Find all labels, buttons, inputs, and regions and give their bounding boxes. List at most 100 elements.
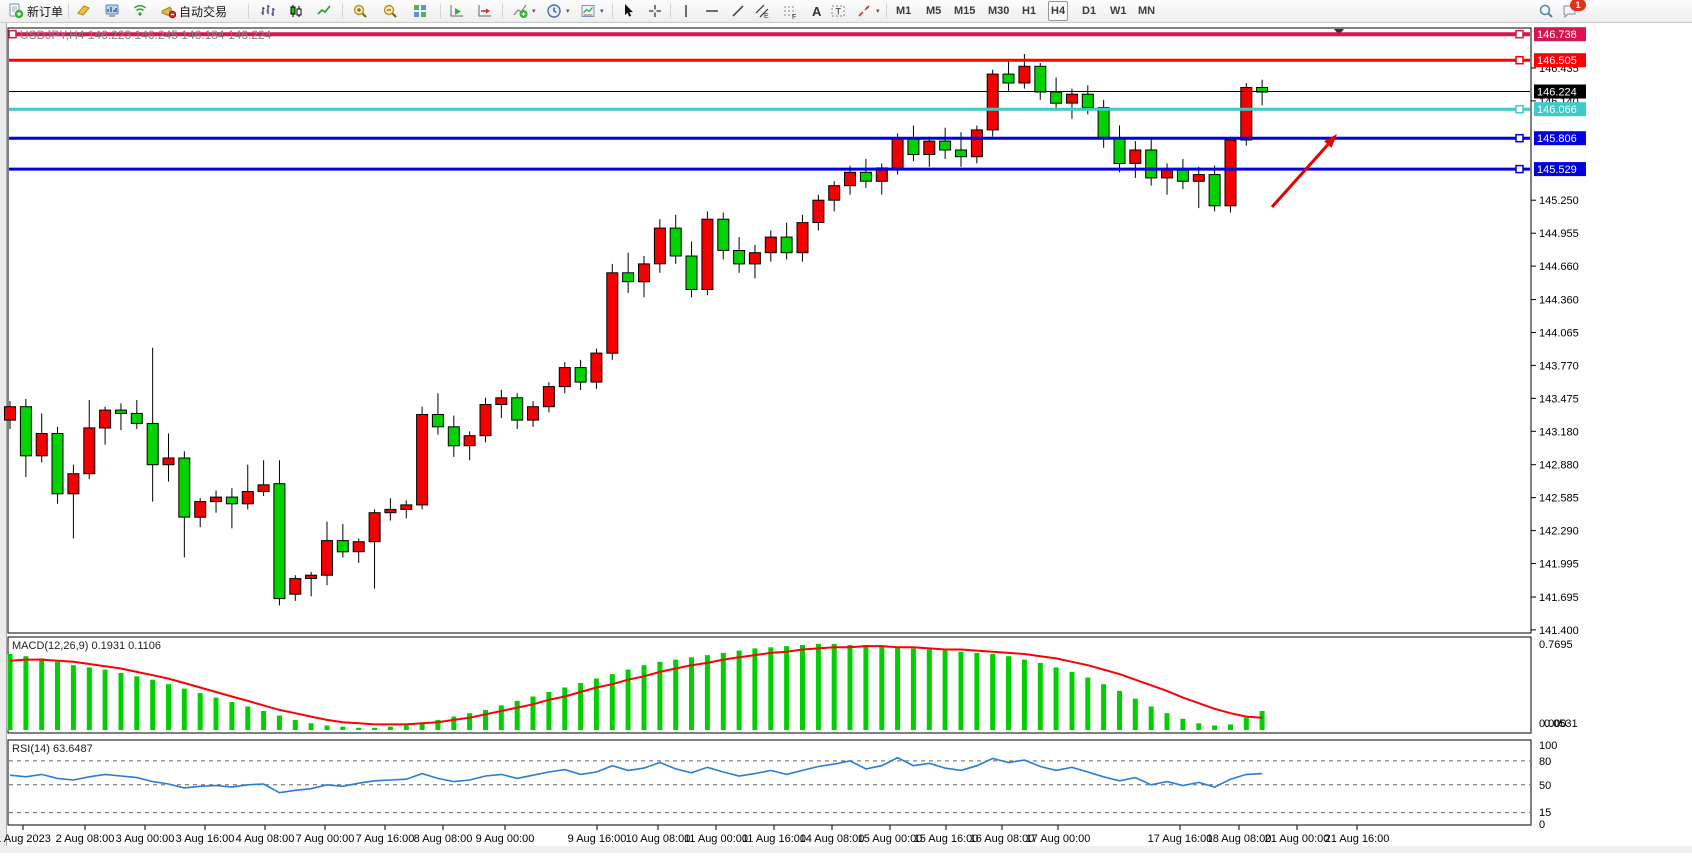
- price-tick-label: 144.955: [1539, 228, 1579, 240]
- candle-body: [226, 497, 237, 504]
- price-tick-label: 141.995: [1539, 559, 1579, 571]
- text-label-button[interactable]: T: [828, 1, 848, 21]
- candle-body: [860, 172, 871, 181]
- macd-bar: [911, 648, 916, 730]
- tf-m30[interactable]: M30: [986, 1, 1011, 21]
- autoscroll-button[interactable]: [447, 1, 467, 21]
- macd-bar: [705, 655, 710, 730]
- macd-bar: [1070, 672, 1075, 730]
- hline-handle[interactable]: [1516, 166, 1523, 173]
- candle-body: [686, 256, 697, 290]
- templates-button[interactable]: ▾: [578, 1, 608, 21]
- candle-body: [1225, 140, 1236, 206]
- zoom-out-icon: [382, 3, 398, 19]
- candle-body: [179, 458, 190, 517]
- cursor-button[interactable]: [618, 1, 638, 21]
- chart-line-icon: [316, 3, 332, 19]
- candle-body: [68, 474, 79, 494]
- time-tick-label: 17 Aug 00:00: [1026, 833, 1091, 845]
- new-order-icon: [8, 3, 24, 19]
- macd-bar: [1117, 691, 1122, 730]
- new-order-button[interactable]: 新订单: [6, 1, 68, 21]
- indicators-button[interactable]: ▾: [510, 1, 540, 21]
- candle-body: [147, 423, 158, 464]
- candle-body: [36, 434, 47, 456]
- macd-bar: [848, 645, 853, 730]
- macd-bar: [166, 684, 171, 730]
- hline-handle[interactable]: [9, 31, 16, 38]
- hline-handle[interactable]: [1516, 135, 1523, 142]
- candle-body: [892, 139, 903, 168]
- toolbar: 新订单 自动交易 ▾ ▾ ▾ EFAT ▾ M1 M5 M15 M30 H1 H4 D1 W1 MN 1: [0, 0, 1692, 23]
- tf-h1[interactable]: H1: [1020, 1, 1038, 21]
- macd-bar: [103, 670, 108, 730]
- tf-h4[interactable]: H4: [1048, 1, 1068, 21]
- candle-body: [52, 434, 63, 494]
- candle-body: [956, 150, 967, 157]
- candle-body: [797, 223, 808, 253]
- crosshair-icon: [647, 3, 663, 19]
- macd-bar: [1006, 656, 1011, 730]
- signals-button[interactable]: [130, 1, 150, 21]
- candle-body: [1193, 175, 1204, 182]
- macd-bar: [927, 650, 932, 731]
- candle-body: [1051, 92, 1062, 103]
- time-tick-label: 11 Aug 16:00: [742, 833, 806, 845]
- macd-bar: [309, 723, 314, 730]
- zoom-in-icon: [352, 3, 368, 19]
- tf-m30-label: M30: [988, 5, 1009, 17]
- time-tick-label: 21 Aug 16:00: [1325, 833, 1390, 845]
- hline-icon: [704, 3, 720, 19]
- tile-windows-button[interactable]: [410, 1, 430, 21]
- sep-1: [68, 3, 70, 19]
- tf-m5[interactable]: M5: [924, 1, 943, 21]
- tf-mn[interactable]: MN: [1136, 1, 1157, 21]
- autoscroll-icon: [449, 3, 465, 19]
- autotrading-button[interactable]: 自动交易: [158, 1, 242, 21]
- macd-bar: [974, 653, 979, 730]
- candle-body: [211, 497, 222, 502]
- macd-bar: [1180, 719, 1185, 730]
- sep-3: [342, 3, 344, 19]
- candle-body: [5, 407, 16, 420]
- horizontal-line-button[interactable]: [702, 1, 722, 21]
- arrows-button[interactable]: ▾: [854, 1, 884, 21]
- market-watch-button[interactable]: [102, 1, 122, 21]
- chart-line-button[interactable]: [314, 1, 334, 21]
- macd-bar: [832, 644, 837, 730]
- chevron-down-icon: ▾: [566, 7, 570, 15]
- hline-handle[interactable]: [1516, 106, 1523, 113]
- crosshair-button[interactable]: [645, 1, 665, 21]
- hline-handle[interactable]: [1516, 31, 1523, 38]
- candle-body: [924, 141, 935, 154]
- candle-body: [749, 253, 760, 264]
- tf-m1[interactable]: M1: [894, 1, 913, 21]
- macd-bar: [325, 726, 330, 731]
- tf-mn-label: MN: [1138, 5, 1155, 17]
- text-button[interactable]: A: [806, 1, 826, 21]
- chart-candles-button[interactable]: [286, 1, 306, 21]
- macd-bar: [673, 660, 678, 730]
- periods-button[interactable]: ▾: [544, 1, 574, 21]
- trendline-button[interactable]: [728, 1, 748, 21]
- tf-d1[interactable]: D1: [1080, 1, 1098, 21]
- tf-m15[interactable]: M15: [952, 1, 977, 21]
- price-tick-label: 144.660: [1539, 261, 1579, 273]
- chart-bars-button[interactable]: [258, 1, 278, 21]
- macd-bar: [134, 676, 139, 730]
- vertical-line-button[interactable]: [676, 1, 696, 21]
- hline-handle[interactable]: [1516, 57, 1523, 64]
- tf-w1[interactable]: W1: [1108, 1, 1129, 21]
- chart-shift-button[interactable]: [475, 1, 495, 21]
- channel-button[interactable]: E: [752, 1, 772, 21]
- fibonacci-button[interactable]: F: [780, 1, 800, 21]
- chat-button[interactable]: 1: [1560, 1, 1580, 21]
- chart-title: USDJPY,H4 146.223 146.245 146.184 146.22…: [20, 28, 272, 42]
- time-tick-label: 10 Aug 08:00: [626, 833, 691, 845]
- zoom-in-button[interactable]: [350, 1, 370, 21]
- search-button[interactable]: [1536, 1, 1556, 21]
- favorites-button[interactable]: [74, 1, 94, 21]
- candle-body: [306, 575, 317, 578]
- rsi-axis-label: 100: [1539, 740, 1557, 752]
- zoom-out-button[interactable]: [380, 1, 400, 21]
